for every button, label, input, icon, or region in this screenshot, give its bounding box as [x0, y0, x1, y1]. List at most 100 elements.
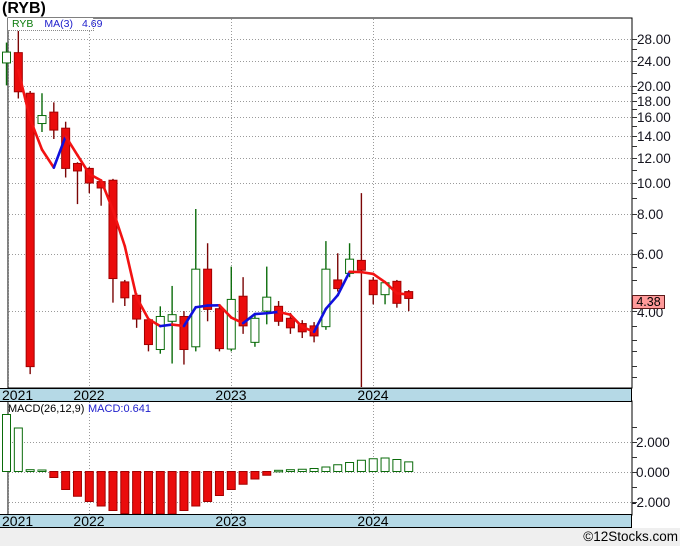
macd-bar — [297, 468, 307, 472]
watermark-link[interactable]: ©12Stocks.com — [583, 529, 678, 544]
macd-bar — [49, 471, 59, 478]
candle-body — [72, 162, 82, 172]
legend-symbol: RYB — [12, 18, 34, 30]
macd-bar — [191, 471, 201, 507]
price-axis-label: 6.00 — [637, 247, 664, 262]
price-axis-label: 8.00 — [637, 207, 664, 222]
macd-bar — [203, 471, 213, 502]
macd-bar — [250, 471, 260, 480]
last-price-tag: 4.38 — [632, 295, 665, 309]
candle-body — [155, 315, 165, 351]
macd-bar — [179, 471, 189, 511]
macd-bar — [392, 459, 402, 472]
year-label: 2024 — [357, 387, 389, 403]
chart-canvas — [2, 17, 637, 516]
macd-bar — [262, 471, 272, 476]
candle — [25, 91, 35, 375]
macd-bar — [356, 459, 366, 472]
candle — [250, 312, 260, 347]
stock-chart-page: (RYB) RYB MA(3) 4.69 28.00 24.00 20.00 18.00 1… — [0, 0, 680, 546]
macd-bar — [84, 471, 94, 502]
year-label: 2022 — [73, 387, 105, 403]
macd-indicator-label: MACD(26,12,9) — [8, 403, 85, 415]
macd-bar — [214, 471, 224, 496]
year-label: 2021 — [2, 387, 34, 403]
candle-body — [25, 92, 35, 368]
macd-bar — [167, 471, 177, 515]
ma-segment — [158, 323, 174, 328]
chart-legend: RYB MA(3) 4.69 — [8, 18, 102, 31]
macd-bar — [13, 427, 23, 472]
candle-body — [167, 314, 177, 322]
year-label: 2023 — [215, 387, 247, 403]
macd-bar — [238, 471, 248, 485]
candle-body — [226, 298, 236, 350]
legend-ma-value: 4.69 — [82, 18, 103, 30]
macd-bar — [155, 471, 165, 515]
price-axis-label: 24.00 — [637, 54, 671, 69]
ma-segment — [170, 323, 186, 328]
candle-body — [2, 51, 11, 64]
macd-bar — [2, 414, 11, 472]
macd-bar — [37, 469, 47, 472]
candle-body — [356, 259, 366, 271]
macd-bar — [309, 468, 319, 472]
candle-body — [203, 268, 213, 310]
macd-bar — [333, 464, 343, 472]
price-axis-label: 16.00 — [637, 110, 671, 125]
macd-bar — [368, 458, 378, 472]
page-title: (RYB) — [2, 0, 46, 17]
macd-axis-label: 2.000 — [636, 435, 670, 450]
macd-bar — [25, 469, 35, 473]
macd-bar — [72, 471, 82, 497]
macd-bar — [226, 471, 236, 490]
macd-axis-label: -2.000 — [632, 495, 671, 510]
macd-bar — [120, 471, 130, 514]
year-label: 2022 — [73, 513, 105, 529]
year-label: 2023 — [215, 513, 247, 529]
legend-ma-label: MA(3) — [44, 18, 73, 30]
year-label: 2024 — [357, 513, 389, 529]
macd-bar — [404, 461, 414, 473]
candle-body — [250, 317, 260, 343]
ma-segment — [265, 310, 280, 315]
price-axis-label: 20.00 — [637, 79, 671, 94]
ma-segment — [395, 292, 411, 296]
candle-body — [120, 281, 130, 299]
x-axis-band-main: 2021 2022 2023 2024 — [0, 388, 632, 402]
macd-bar — [285, 469, 295, 473]
macd-bar — [345, 462, 355, 472]
ma-segment — [360, 270, 375, 276]
macd-bar — [108, 471, 118, 511]
candle — [214, 304, 224, 352]
macd-bar — [380, 457, 390, 472]
candle-body — [285, 317, 295, 329]
price-axis-label: 18.00 — [637, 94, 671, 109]
macd-bar — [274, 469, 284, 473]
ma-segment — [194, 304, 209, 309]
macd-bar — [321, 466, 331, 472]
price-axis-label: 14.00 — [637, 129, 671, 144]
price-axis-label: 10.00 — [637, 176, 671, 191]
footer-strip: ©12Stocks.com — [0, 528, 680, 546]
candle-body — [214, 308, 224, 350]
candle-body — [368, 279, 378, 296]
price-axis-label: 28.00 — [637, 32, 671, 47]
macd-bar — [61, 471, 71, 490]
candle-body — [262, 296, 272, 312]
macd-bar — [132, 471, 142, 515]
x-axis-band-macd: 2021 2022 2023 2024 — [0, 514, 632, 528]
macd-value-label: MACD:0.641 — [88, 403, 151, 415]
candle-body — [143, 319, 153, 346]
candle-body — [49, 111, 59, 131]
candle-body — [61, 127, 71, 169]
year-label: 2021 — [2, 513, 34, 529]
ma-segment — [253, 311, 269, 316]
candle-body — [321, 268, 331, 328]
candle-body — [108, 179, 118, 280]
price-axis-label: 12.00 — [637, 151, 671, 166]
candle-body — [37, 115, 47, 125]
macd-axis-label: 0.000 — [636, 465, 670, 480]
macd-bar — [96, 471, 106, 507]
macd-bar — [143, 471, 153, 515]
